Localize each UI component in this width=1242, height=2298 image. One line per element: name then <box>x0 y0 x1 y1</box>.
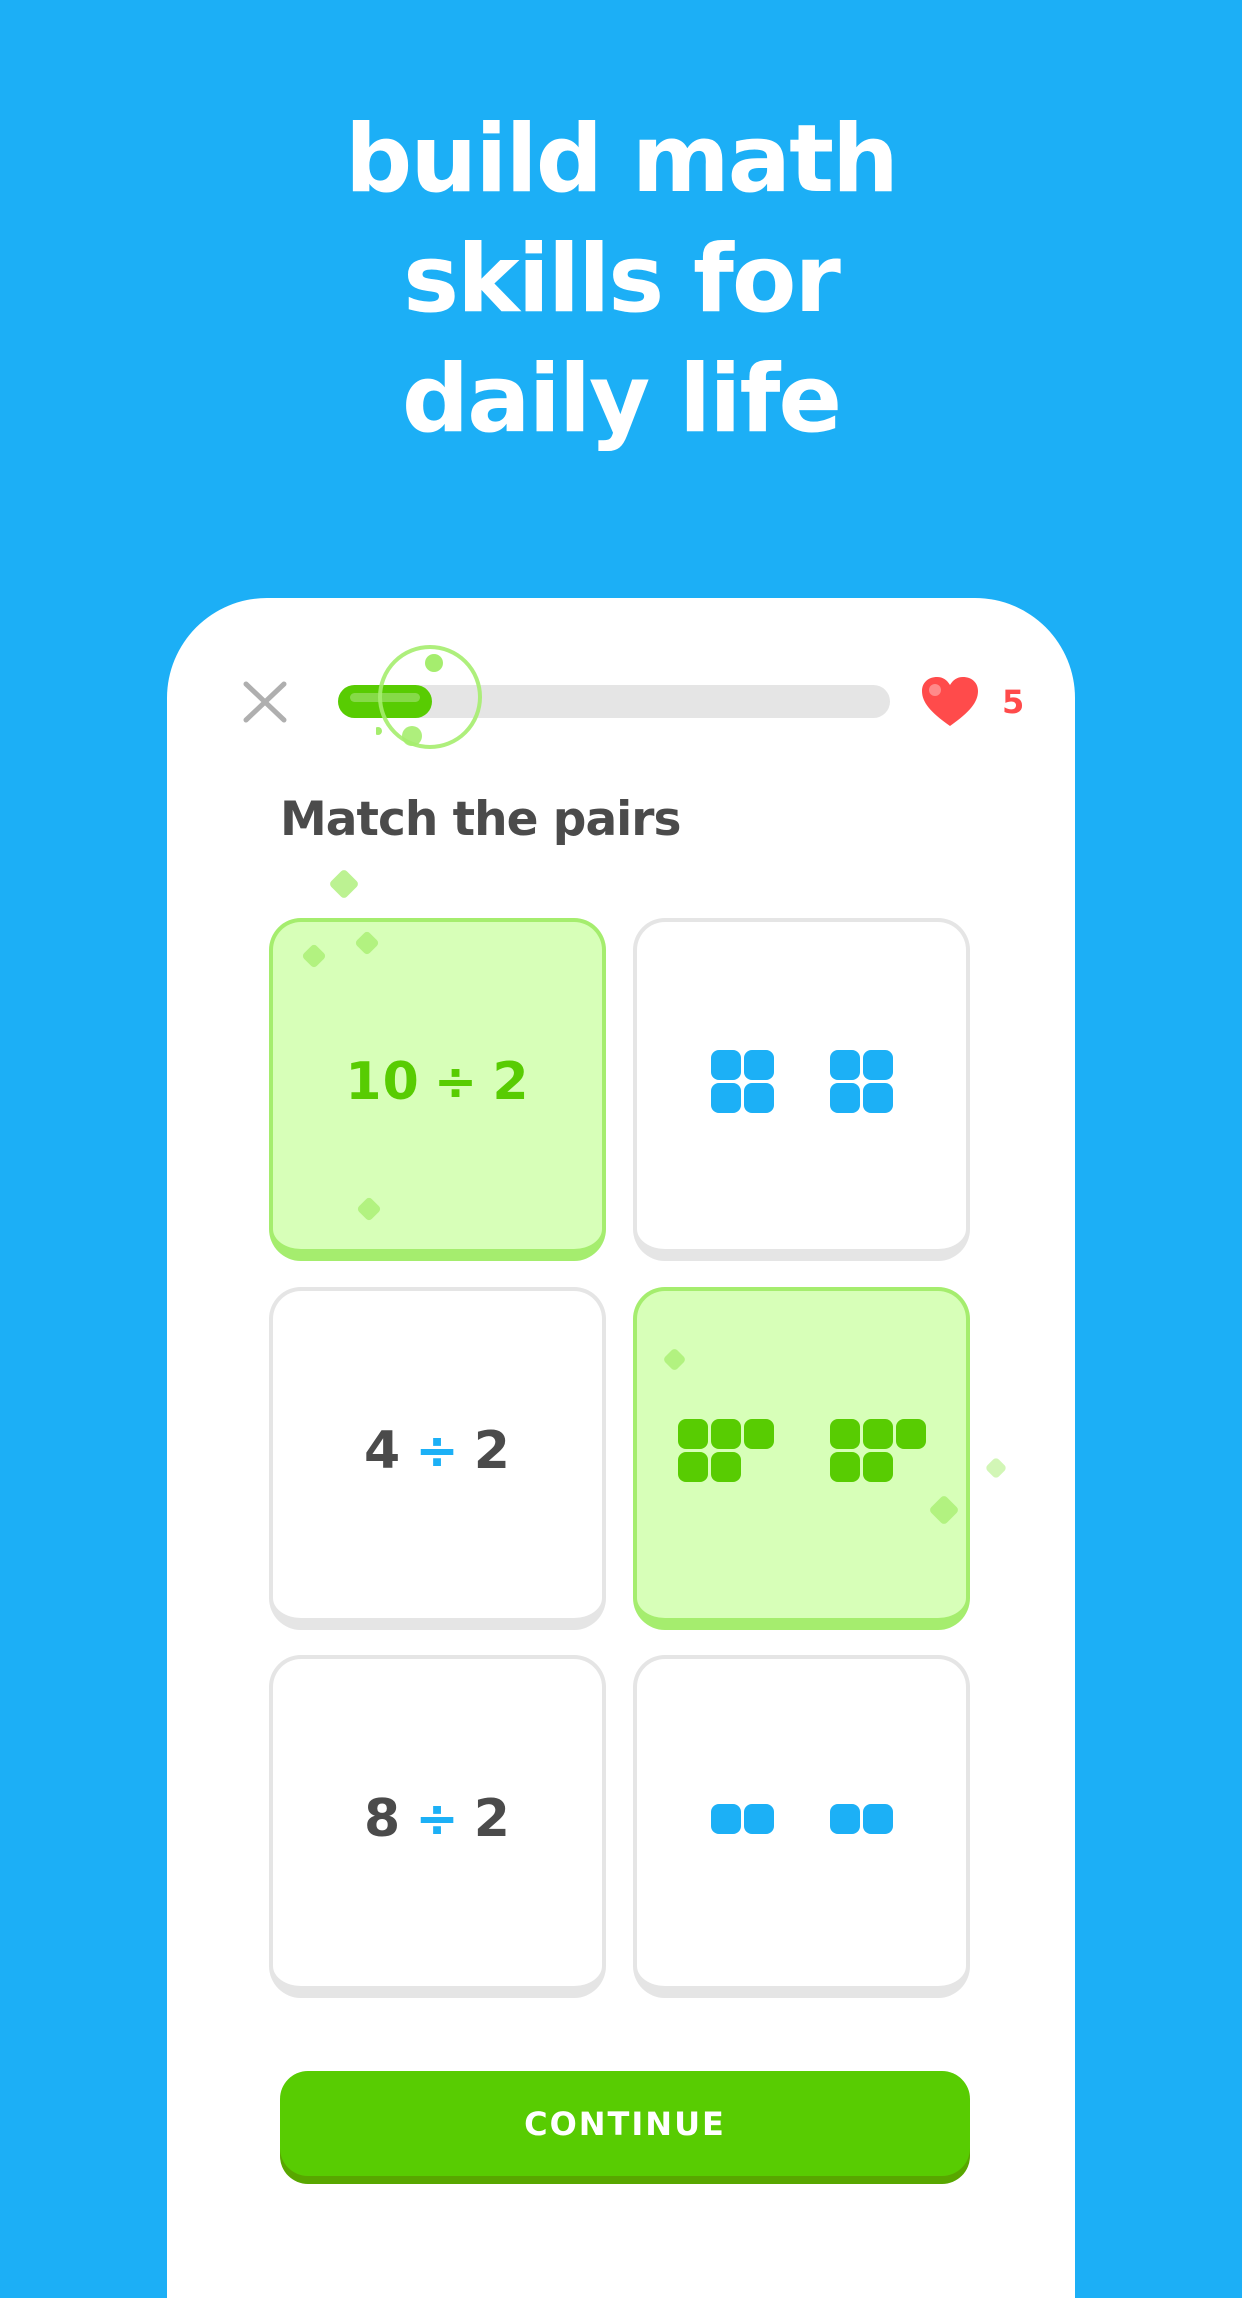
prompt-title: Match the pairs <box>280 792 681 847</box>
heart-count: 5 <box>1002 683 1025 721</box>
match-tile[interactable] <box>633 1655 970 1998</box>
progress-bar <box>338 685 890 718</box>
headline-line: daily life <box>401 345 842 454</box>
block-group <box>677 1419 774 1482</box>
block-unit <box>862 1050 893 1080</box>
block-unit <box>743 1083 774 1113</box>
block-unit <box>677 1452 708 1482</box>
block-unit <box>710 1050 741 1080</box>
block-groups <box>677 1419 926 1482</box>
block-group <box>829 1419 926 1482</box>
heart-icon <box>922 677 978 726</box>
block-empty <box>744 1452 774 1482</box>
block-unit <box>677 1419 708 1449</box>
block-group <box>829 1803 893 1834</box>
match-tile[interactable]: 8 ÷ 2 <box>269 1655 606 1998</box>
block-unit <box>710 1452 741 1482</box>
progress-fill <box>338 685 432 718</box>
block-group <box>710 1050 774 1113</box>
progress-shine <box>350 693 420 702</box>
headline-line: skills for <box>403 225 841 334</box>
continue-button[interactable]: CONTINUE <box>280 2071 970 2176</box>
match-tile[interactable]: 10 ÷ 2 <box>269 918 606 1261</box>
block-unit <box>862 1803 893 1834</box>
block-group <box>710 1803 774 1834</box>
divide-operator: ÷ <box>433 1051 479 1112</box>
match-tile[interactable] <box>633 918 970 1261</box>
block-unit <box>710 1419 741 1449</box>
block-unit <box>895 1419 926 1449</box>
block-groups <box>710 1050 893 1113</box>
block-unit <box>710 1083 741 1113</box>
block-unit <box>743 1050 774 1080</box>
hearts-counter: 5 <box>920 676 1030 726</box>
tile-expression: 8 ÷ 2 <box>364 1788 511 1849</box>
tile-expression: 10 ÷ 2 <box>345 1051 530 1112</box>
block-unit <box>710 1803 741 1834</box>
tile-expression: 4 ÷ 2 <box>364 1420 511 1481</box>
block-unit <box>743 1803 774 1834</box>
block-groups <box>710 1803 893 1834</box>
block-unit <box>862 1419 893 1449</box>
match-tile[interactable]: 4 ÷ 2 <box>269 1287 606 1630</box>
close-button[interactable] <box>242 680 288 724</box>
divide-operator: ÷ <box>415 1788 460 1849</box>
block-unit <box>829 1083 860 1113</box>
divide-operator: ÷ <box>415 1420 460 1481</box>
block-group <box>829 1050 893 1113</box>
block-unit <box>862 1452 893 1482</box>
block-unit <box>829 1452 860 1482</box>
block-unit <box>829 1419 860 1449</box>
block-unit <box>829 1803 860 1834</box>
headline-line: build math <box>345 105 899 214</box>
close-icon <box>243 681 287 723</box>
block-unit <box>829 1050 860 1080</box>
match-tile[interactable] <box>633 1287 970 1630</box>
block-unit <box>862 1083 893 1113</box>
headline: build math skills for daily life <box>0 100 1242 460</box>
block-unit <box>743 1419 774 1449</box>
block-empty <box>896 1452 926 1482</box>
